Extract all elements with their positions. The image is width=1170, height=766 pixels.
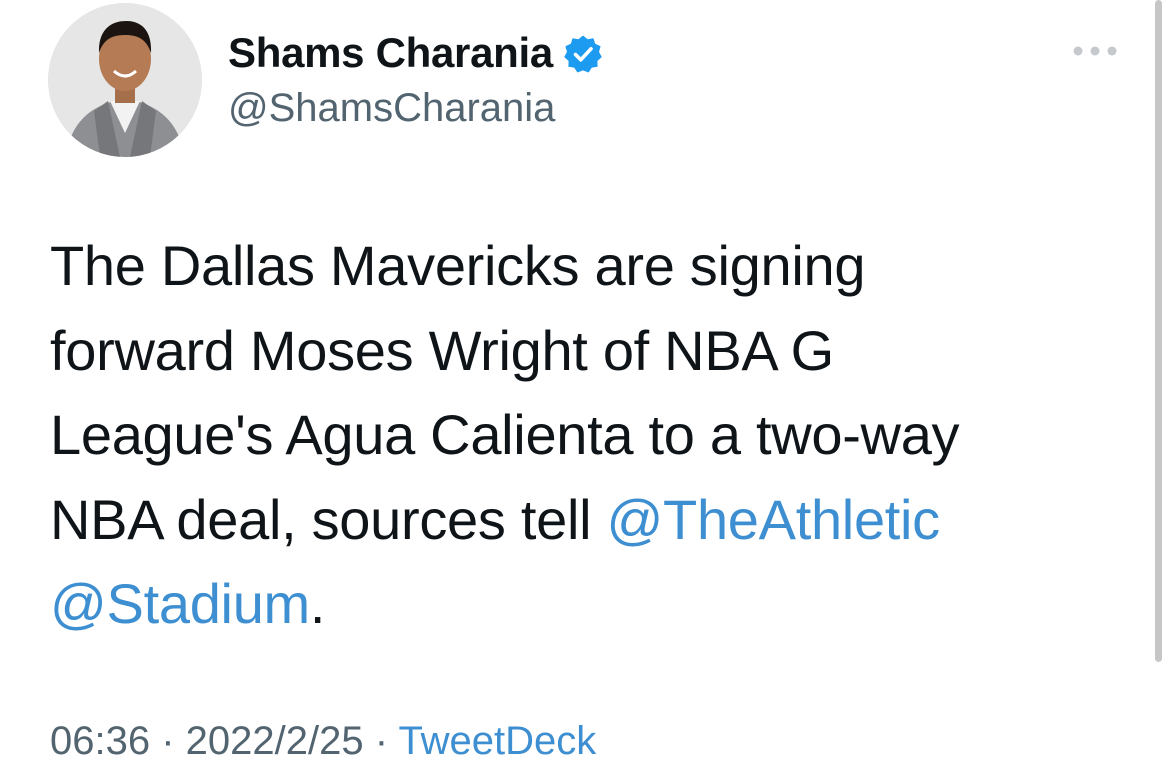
tweet-text: The Dallas Mavericks are signing forward… [50, 224, 1130, 647]
tweet-text-punct: . [309, 572, 326, 635]
mention-link[interactable]: @TheAthletic [607, 488, 941, 551]
tweet-date[interactable]: 2022/2/25 [186, 719, 364, 763]
meta-separator: · [363, 719, 399, 763]
more-horizontal-icon[interactable] [1066, 36, 1124, 66]
tweet-text-line: The Dallas Mavericks are signing [50, 234, 866, 297]
avatar-image [48, 3, 202, 157]
tweet-text-line: forward Moses Wright of NBA G [50, 318, 834, 382]
display-name[interactable]: Shams Charania [228, 28, 553, 78]
tweet-text-line: NBA deal, sources tell [50, 487, 607, 551]
avatar[interactable] [48, 3, 202, 157]
tweet-meta: 06:36 · 2022/2/25 · TweetDeck [50, 716, 596, 766]
meta-separator: · [150, 719, 186, 763]
name-row: Shams Charania [228, 28, 603, 78]
mention-link[interactable]: @Stadium [50, 572, 310, 635]
scrollbar[interactable] [1155, 0, 1162, 662]
tweet-source-link[interactable]: TweetDeck [398, 719, 596, 763]
tweet-card: Shams Charania @ShamsCharania The Dallas… [0, 0, 1170, 763]
tweet-time[interactable]: 06:36 [50, 719, 150, 763]
verified-badge-icon [563, 34, 603, 74]
user-handle[interactable]: @ShamsCharania [228, 84, 555, 132]
tweet-text-line: League's Agua Calienta to a two-way [50, 403, 960, 466]
